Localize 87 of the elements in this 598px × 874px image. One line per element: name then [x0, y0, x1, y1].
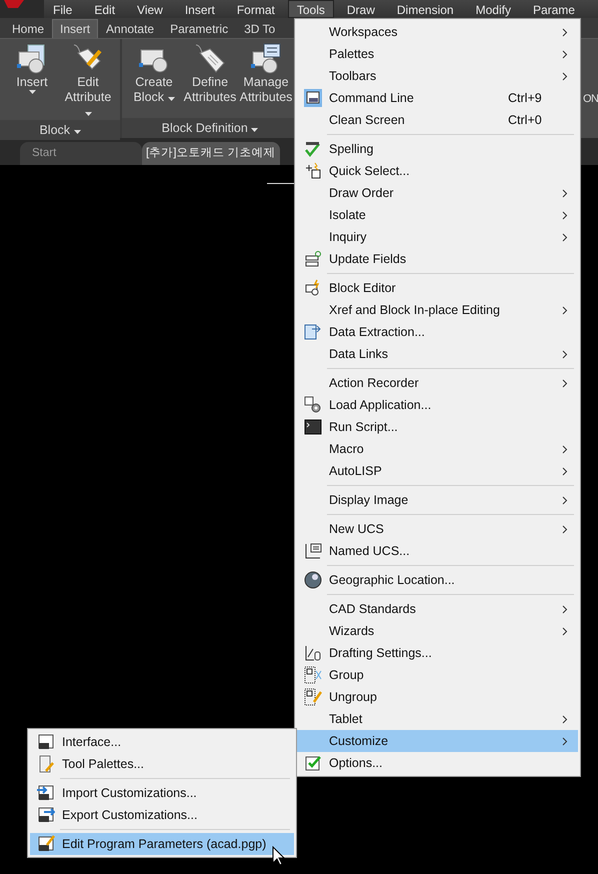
menu-item[interactable]: Workspaces	[297, 21, 578, 43]
menu-bar-item[interactable]: Edit	[85, 0, 124, 18]
interface-icon	[37, 733, 55, 751]
ribbon-button[interactable]: Edit Attribute	[62, 43, 114, 120]
menu-item[interactable]: Customize	[297, 730, 578, 752]
data-extraction-icon	[304, 323, 322, 341]
menu-item[interactable]: Wizards	[297, 620, 578, 642]
drafting-settings-icon	[304, 644, 322, 662]
menu-item[interactable]: Load Application...	[297, 394, 578, 416]
terminal-icon	[304, 418, 322, 436]
document-tab[interactable]: Start	[20, 142, 142, 165]
menu-item[interactable]: Drafting Settings...	[297, 642, 578, 664]
menu-item[interactable]: Xref and Block In-place Editing	[297, 299, 578, 321]
menu-item[interactable]: Spelling	[297, 138, 578, 160]
menu-item[interactable]: Command Line Ctrl+9	[297, 87, 578, 109]
menu-bar-item[interactable]: File	[44, 0, 82, 18]
menu-item[interactable]: Toolbars	[297, 65, 578, 87]
tag-icon	[194, 43, 226, 75]
menu-bar-item[interactable]: Draw	[338, 0, 384, 18]
ribbon-button[interactable]: Insert	[6, 43, 58, 120]
ribbon-label: ON	[583, 93, 598, 105]
group-icon	[304, 666, 322, 684]
panel-title[interactable]: Block	[0, 120, 120, 140]
menu-item[interactable]: Macro	[297, 438, 578, 460]
ribbon-tab[interactable]: Annotate	[98, 19, 162, 38]
menu-item[interactable]: Display Image	[297, 489, 578, 511]
ribbon-button[interactable]: Define Attributes	[184, 43, 236, 118]
menu-item[interactable]: New UCS	[297, 518, 578, 540]
menu-item[interactable]: Export Customizations...	[30, 804, 294, 826]
menu-item[interactable]: Run Script...	[297, 416, 578, 438]
ribbon-button[interactable]: Manage Attributes	[240, 43, 292, 118]
caret-icon	[84, 112, 92, 116]
program-parameters-icon	[37, 835, 55, 853]
update-fields-icon	[304, 250, 322, 268]
menu-bar-item[interactable]: Dimension	[388, 0, 463, 18]
menu-item[interactable]: Import Customizations...	[30, 782, 294, 804]
ribbon-tab[interactable]: Parametric	[162, 19, 236, 38]
menu-item[interactable]: Palettes	[297, 43, 578, 65]
ungroup-icon	[304, 688, 322, 706]
menu-item[interactable]: Named UCS...	[297, 540, 578, 562]
menu-bar-item[interactable]: Parame	[524, 0, 584, 18]
caret-icon	[251, 128, 258, 132]
ucs-icon	[304, 542, 322, 560]
menu-item[interactable]: Group	[297, 664, 578, 686]
caret-icon	[168, 97, 175, 101]
spell-check-icon	[304, 140, 322, 158]
menu-item[interactable]: Ungroup	[297, 686, 578, 708]
menu-item[interactable]: Options...	[297, 752, 578, 774]
ribbon-tab[interactable]: Insert	[52, 19, 98, 38]
block-editor-icon	[304, 279, 322, 297]
menu-item[interactable]: Edit Program Parameters (acad.pgp)	[30, 833, 294, 855]
menu-bar-item[interactable]: Tools	[288, 0, 334, 18]
menu-item[interactable]: Geographic Location...	[297, 569, 578, 591]
menu-item[interactable]: Isolate	[297, 204, 578, 226]
document-tab[interactable]: [추가]오토캐드 기초예제	[142, 142, 280, 165]
menu-item[interactable]: Action Recorder	[297, 372, 578, 394]
checkbox-icon	[304, 754, 322, 772]
menu-item[interactable]: Inquiry	[297, 226, 578, 248]
menu-item[interactable]: Data Extraction...	[297, 321, 578, 343]
menu-item[interactable]: Quick Select...	[297, 160, 578, 182]
caret-icon	[28, 90, 36, 94]
menu-item[interactable]: Tool Palettes...	[30, 753, 294, 775]
menu-item[interactable]: Draw Order	[297, 182, 578, 204]
menu-item[interactable]: Update Fields	[297, 248, 578, 270]
tool-palettes-icon	[37, 755, 55, 773]
ribbon-tab[interactable]: 3D To	[236, 19, 284, 38]
export-icon	[37, 806, 55, 824]
app-logo-icon	[0, 0, 44, 18]
quick-select-icon	[304, 162, 322, 180]
menu-bar-item[interactable]: Insert	[176, 0, 224, 18]
caret-icon	[74, 130, 81, 134]
ribbon-button[interactable]: Create Block	[128, 43, 180, 118]
mouse-pointer-icon	[272, 846, 285, 866]
menu-item[interactable]: Data Links	[297, 343, 578, 365]
menu-bar-item[interactable]: View	[128, 0, 172, 18]
menu-item[interactable]: Block Editor	[297, 277, 578, 299]
menu-bar-item[interactable]: Format	[228, 0, 284, 18]
menu-item[interactable]: CAD Standards	[297, 598, 578, 620]
import-icon	[37, 784, 55, 802]
menu-bar-item[interactable]: Modify	[466, 0, 520, 18]
globe-icon	[304, 571, 322, 589]
menu-item[interactable]: Tablet	[297, 708, 578, 730]
menu-item[interactable]: Interface...	[30, 731, 294, 753]
ribbon-tab[interactable]: Home	[4, 19, 52, 38]
menu-item[interactable]: Clean Screen Ctrl+0	[297, 109, 578, 131]
manage-attributes-icon	[250, 43, 282, 75]
menu-item[interactable]: AutoLISP	[297, 460, 578, 482]
